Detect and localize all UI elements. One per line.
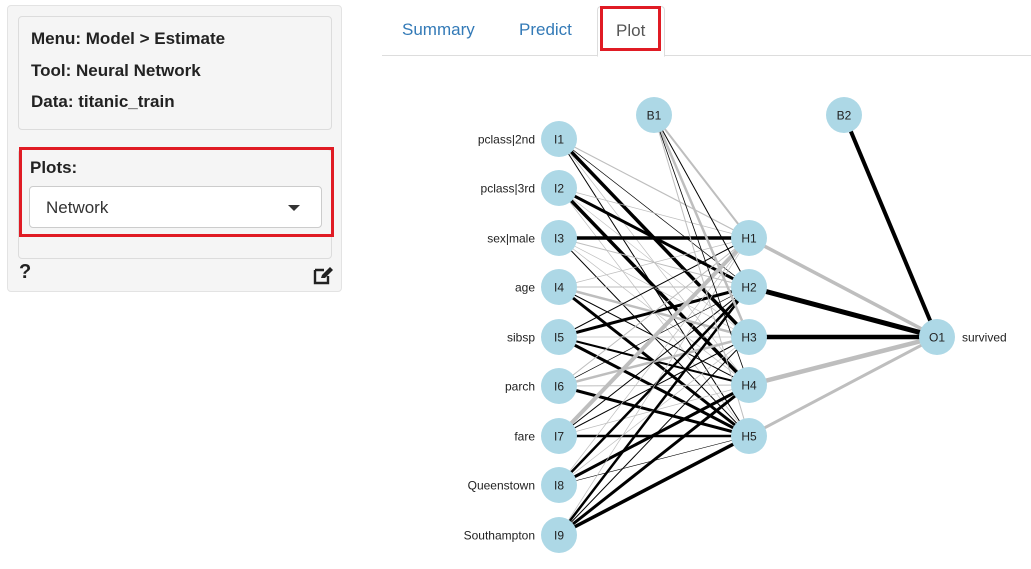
input-node-i4-label: I4 xyxy=(554,281,564,295)
input-node-i8: I8 xyxy=(541,467,577,503)
hidden-node-h1: H1 xyxy=(731,220,767,256)
plots-select-value: Network xyxy=(46,198,109,217)
input-variable-label: fare xyxy=(514,430,535,444)
input-node-i7: I7 xyxy=(541,418,577,454)
hidden-node-h2: H2 xyxy=(731,269,767,305)
tab-summary[interactable]: Summary xyxy=(402,20,475,40)
tab-predict[interactable]: Predict xyxy=(519,20,572,40)
input-variable-label: pclass|3rd xyxy=(481,182,535,196)
help-icon[interactable]: ? xyxy=(19,261,31,284)
input-node-i1: I1 xyxy=(541,121,577,157)
output-variable-label: survived xyxy=(962,331,1007,345)
input-variable-label: Southampton xyxy=(464,529,535,543)
input-node-i7-label: I7 xyxy=(554,430,564,444)
edge-I9-H5 xyxy=(558,434,750,537)
edge-B2-O1 xyxy=(842,114,939,338)
edge-I9-H1 xyxy=(558,237,750,536)
bias-node-b2: B2 xyxy=(826,97,862,133)
network-plot: I1 pclass|2nd I2 pclass|3rd I3 sex|male I4 age I… xyxy=(464,97,1007,553)
plots-label: Plots: xyxy=(30,158,78,177)
edge-H1-O1 xyxy=(748,236,938,339)
hidden-node-h3-label: H3 xyxy=(741,331,757,345)
input-node-i1-label: I1 xyxy=(554,133,564,147)
input-variable-label: parch xyxy=(505,380,535,394)
input-variable-label: age xyxy=(515,281,535,295)
hidden-node-h1-label: H1 xyxy=(741,232,757,246)
edge-H2-O1 xyxy=(748,284,938,340)
menu-path: Menu: Model > Estimate xyxy=(31,29,226,48)
input-node-i2-label: I2 xyxy=(554,182,564,196)
dataset-name: Data: titanic_train xyxy=(31,92,175,111)
edge-I1-H1 xyxy=(558,138,750,239)
edge-B1-H1 xyxy=(653,114,750,239)
model-info-box: Menu: Model > Estimate Tool: Neural Netw… xyxy=(18,16,332,130)
edge-H5-O1 xyxy=(748,335,938,438)
input-node-i6: I6 xyxy=(541,368,577,404)
tool-name: Tool: Neural Network xyxy=(31,61,201,80)
bias-node-b2-label: B2 xyxy=(837,109,852,123)
output-node-o1-label: O1 xyxy=(929,331,945,345)
input-node-i5: I5 xyxy=(541,319,577,355)
input-variable-label: pclass|2nd xyxy=(478,133,535,147)
tab-bar: Summary Predict Plot xyxy=(382,0,1031,57)
plots-select[interactable]: Network xyxy=(29,186,322,228)
edge-I8-H1 xyxy=(558,237,750,486)
edge-H4-O1 xyxy=(748,334,938,388)
input-node-i3: I3 xyxy=(541,220,577,256)
input-node-i2: I2 xyxy=(541,170,577,206)
caret-down-icon xyxy=(288,205,300,211)
output-node-o1: O1 xyxy=(919,319,955,355)
hidden-node-h5: H5 xyxy=(731,418,767,454)
hidden-node-h3: H3 xyxy=(731,319,767,355)
input-variable-label: sex|male xyxy=(487,232,535,246)
hidden-node-h4: H4 xyxy=(731,367,767,403)
input-node-i4: I4 xyxy=(541,269,577,305)
edge-I2-H1 xyxy=(558,187,750,239)
hidden-node-h2-label: H2 xyxy=(741,281,757,295)
bias-node-b1-label: B1 xyxy=(647,109,662,123)
edge-I9-H2 xyxy=(558,286,750,536)
hidden-node-h4-label: H4 xyxy=(741,379,757,393)
tab-plot-highlight xyxy=(600,6,661,51)
input-node-i8-label: I8 xyxy=(554,479,564,493)
input-node-i6-label: I6 xyxy=(554,380,564,394)
hidden-node-h5-label: H5 xyxy=(741,430,757,444)
input-node-i3-label: I3 xyxy=(554,232,564,246)
input-variable-label: Queenstown xyxy=(468,479,535,493)
input-node-i9: I9 xyxy=(541,517,577,553)
input-variable-label: sibsp xyxy=(507,331,535,345)
edit-icon[interactable] xyxy=(313,265,335,290)
bias-node-b1: B1 xyxy=(636,97,672,133)
input-node-i5-label: I5 xyxy=(554,331,564,345)
sidebar-panel: Menu: Model > Estimate Tool: Neural Netw… xyxy=(7,5,342,292)
input-node-i9-label: I9 xyxy=(554,529,564,543)
